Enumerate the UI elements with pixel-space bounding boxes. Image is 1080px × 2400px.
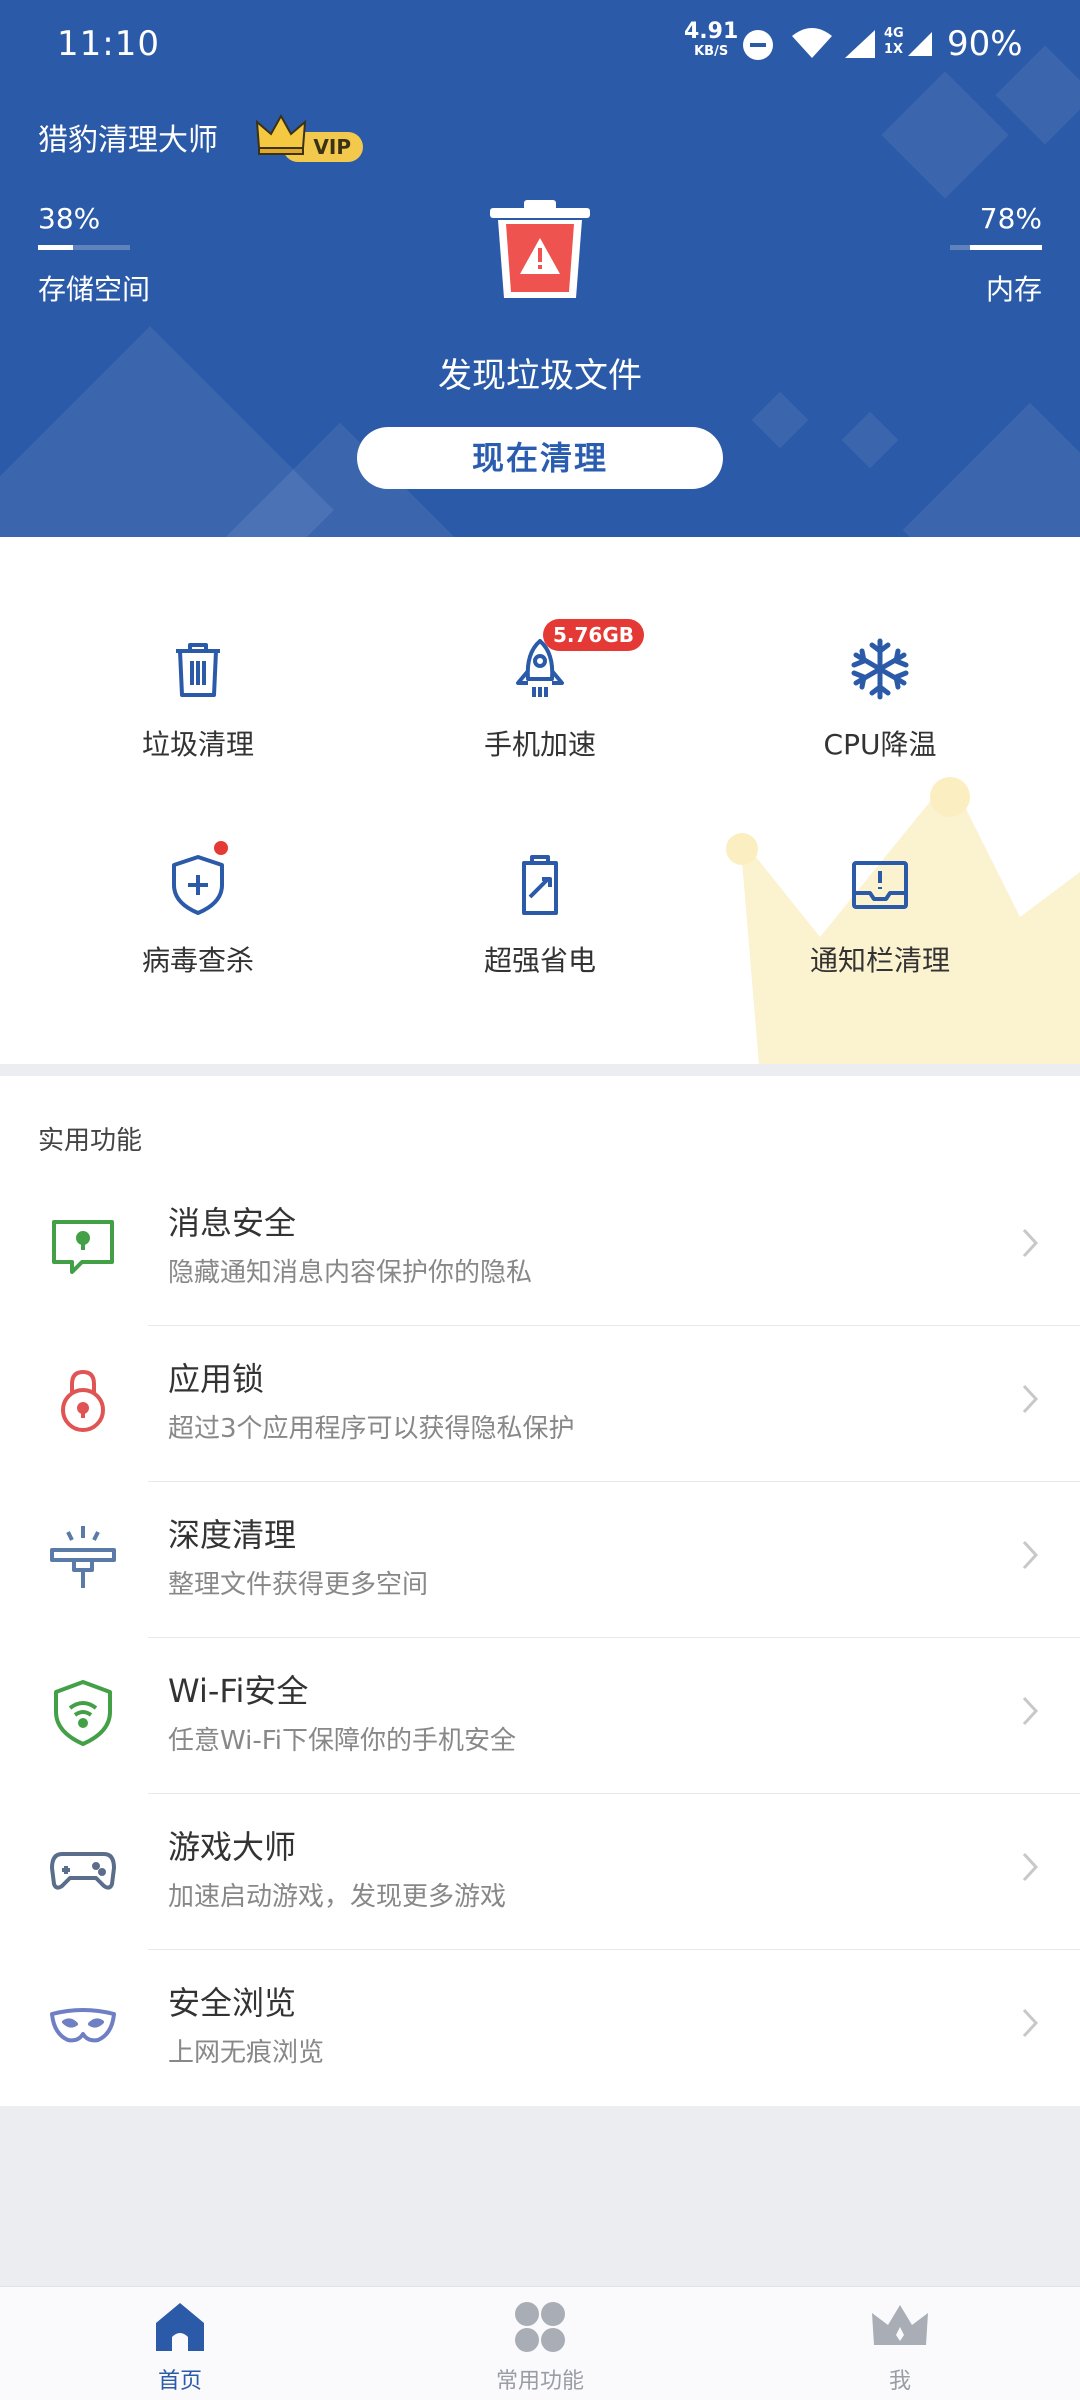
utility-title: 应用锁 <box>168 1360 265 1398</box>
snowflake-icon <box>848 637 912 701</box>
network-type-bottom: 1X <box>884 42 904 57</box>
found-junk-text: 发现垃圾文件 <box>438 356 642 396</box>
grid-icon <box>510 2297 570 2357</box>
message-lock-icon <box>48 1210 118 1280</box>
vip-badge[interactable]: VIP <box>253 112 363 164</box>
nav-common-functions[interactable]: 常用功能 <box>440 2297 640 2395</box>
padlock-icon <box>48 1366 118 1436</box>
tool-power-save[interactable]: 超强省电 <box>390 853 690 979</box>
header-banner: 11:10 4.91 KB/S 4G 1X 90% 猎豹清理大师 VIP 38% <box>0 0 1080 537</box>
utility-title: Wi-Fi安全 <box>168 1672 309 1710</box>
crown-icon <box>870 2297 930 2357</box>
mask-icon <box>48 1990 118 2060</box>
signal-icon <box>845 30 875 58</box>
utility-title: 游戏大师 <box>168 1828 297 1866</box>
utility-subtitle: 任意Wi-Fi下保障你的手机安全 <box>168 1726 517 1756</box>
tool-phone-boost[interactable]: 手机加速 <box>390 637 690 763</box>
clean-now-button[interactable]: 现在清理 <box>357 427 723 489</box>
shield-plus-icon <box>166 839 230 917</box>
tool-junk-clean[interactable]: 垃圾清理 <box>48 637 348 763</box>
network-speed: 4.91 KB/S <box>684 19 739 62</box>
chevron-right-icon <box>1022 1228 1039 1258</box>
chevron-right-icon <box>1022 1540 1039 1570</box>
utility-title: 安全浏览 <box>168 1984 297 2022</box>
status-bar: 11:10 4.91 KB/S 4G 1X 90% <box>0 0 1080 95</box>
signal-icon-secondary <box>908 32 932 56</box>
tool-cpu-cool[interactable]: CPU降温 <box>730 637 1030 763</box>
battery-level: 90% <box>947 24 1023 64</box>
tool-label: 垃圾清理 <box>141 728 254 761</box>
memory-bar-fill <box>970 245 1042 250</box>
crown-icon <box>255 113 307 155</box>
utility-safe-browsing[interactable]: 安全浏览 上网无痕浏览 <box>0 1950 1080 2106</box>
nav-label: 我 <box>888 2369 911 2394</box>
notification-tray-icon <box>848 853 912 917</box>
chevron-right-icon <box>1022 1696 1039 1726</box>
tool-label: 病毒查杀 <box>141 944 254 977</box>
storage-label: 存储空间 <box>38 273 151 306</box>
nav-me[interactable]: 我 <box>800 2297 1000 2395</box>
boost-size-badge: 5.76GB <box>543 619 645 651</box>
storage-bar <box>38 245 130 250</box>
chevron-right-icon <box>1022 1852 1039 1882</box>
gamepad-icon <box>48 1834 118 1904</box>
wifi-shield-icon <box>48 1678 118 1748</box>
trash-icon <box>166 637 230 701</box>
network-type: 4G 1X <box>884 26 904 58</box>
memory-stat: 78% 内存 <box>950 202 1042 308</box>
utility-app-lock[interactable]: 应用锁 超过3个应用程序可以获得隐私保护 <box>0 1326 1080 1482</box>
deep-clean-icon <box>48 1522 118 1592</box>
wifi-status-icon <box>792 28 832 58</box>
tool-label: 通知栏清理 <box>809 944 950 977</box>
decor-diamond <box>902 402 1080 537</box>
decor-diamond <box>841 411 899 469</box>
utility-game-master[interactable]: 游戏大师 加速启动游戏，发现更多游戏 <box>0 1794 1080 1950</box>
tool-label: CPU降温 <box>823 728 937 761</box>
junk-warning-icon <box>488 200 592 300</box>
app-title: 猎豹清理大师 <box>38 123 218 158</box>
alert-dot <box>212 839 230 857</box>
network-type-top: 4G <box>884 26 904 41</box>
network-speed-value: 4.91 <box>684 19 739 44</box>
utility-deep-clean[interactable]: 深度清理 整理文件获得更多空间 <box>0 1482 1080 1638</box>
nav-label: 首页 <box>157 2369 202 2394</box>
section-title: 实用功能 <box>38 1126 143 1156</box>
status-time: 11:10 <box>57 24 160 64</box>
utility-title: 深度清理 <box>168 1516 297 1554</box>
nav-label: 常用功能 <box>495 2369 584 2394</box>
tool-label: 超强省电 <box>483 944 596 977</box>
do-not-disturb-icon <box>743 30 773 60</box>
memory-label: 内存 <box>985 273 1042 306</box>
utility-title: 消息安全 <box>168 1204 297 1242</box>
utility-subtitle: 超过3个应用程序可以获得隐私保护 <box>168 1414 575 1444</box>
battery-icon <box>508 853 572 917</box>
utility-wifi-security[interactable]: Wi-Fi安全 任意Wi-Fi下保障你的手机安全 <box>0 1638 1080 1794</box>
memory-percent: 78% <box>979 202 1042 235</box>
utility-subtitle: 整理文件获得更多空间 <box>168 1570 429 1600</box>
bottom-navigation: 首页 常用功能 我 <box>0 2286 1080 2400</box>
tool-label: 手机加速 <box>483 728 596 761</box>
chevron-right-icon <box>1022 1384 1039 1414</box>
tool-grid: 垃圾清理 手机加速 5.76GB CPU降温 病毒查杀 超强省电 通知栏清理 <box>0 537 1080 1064</box>
nav-home[interactable]: 首页 <box>80 2297 280 2395</box>
utilities-section: 实用功能 消息安全 隐藏通知消息内容保护你的隐私 应用锁 超过3个应用程序可以获… <box>0 1076 1080 2106</box>
utility-subtitle: 加速启动游戏，发现更多游戏 <box>168 1882 507 1912</box>
utility-subtitle: 隐藏通知消息内容保护你的隐私 <box>168 1258 533 1288</box>
tool-notification-clean[interactable]: 通知栏清理 <box>730 853 1030 979</box>
storage-bar-fill <box>38 245 73 250</box>
decor-diamond <box>751 391 809 449</box>
home-icon <box>150 2297 210 2357</box>
utility-message-security[interactable]: 消息安全 隐藏通知消息内容保护你的隐私 <box>0 1170 1080 1326</box>
network-speed-unit: KB/S <box>694 44 729 59</box>
memory-bar <box>950 245 1042 250</box>
chevron-right-icon <box>1022 2008 1039 2038</box>
storage-percent: 38% <box>38 202 101 235</box>
utility-subtitle: 上网无痕浏览 <box>168 2038 325 2068</box>
tool-virus-scan[interactable]: 病毒查杀 <box>48 839 348 979</box>
storage-stat: 38% 存储空间 <box>38 202 150 308</box>
